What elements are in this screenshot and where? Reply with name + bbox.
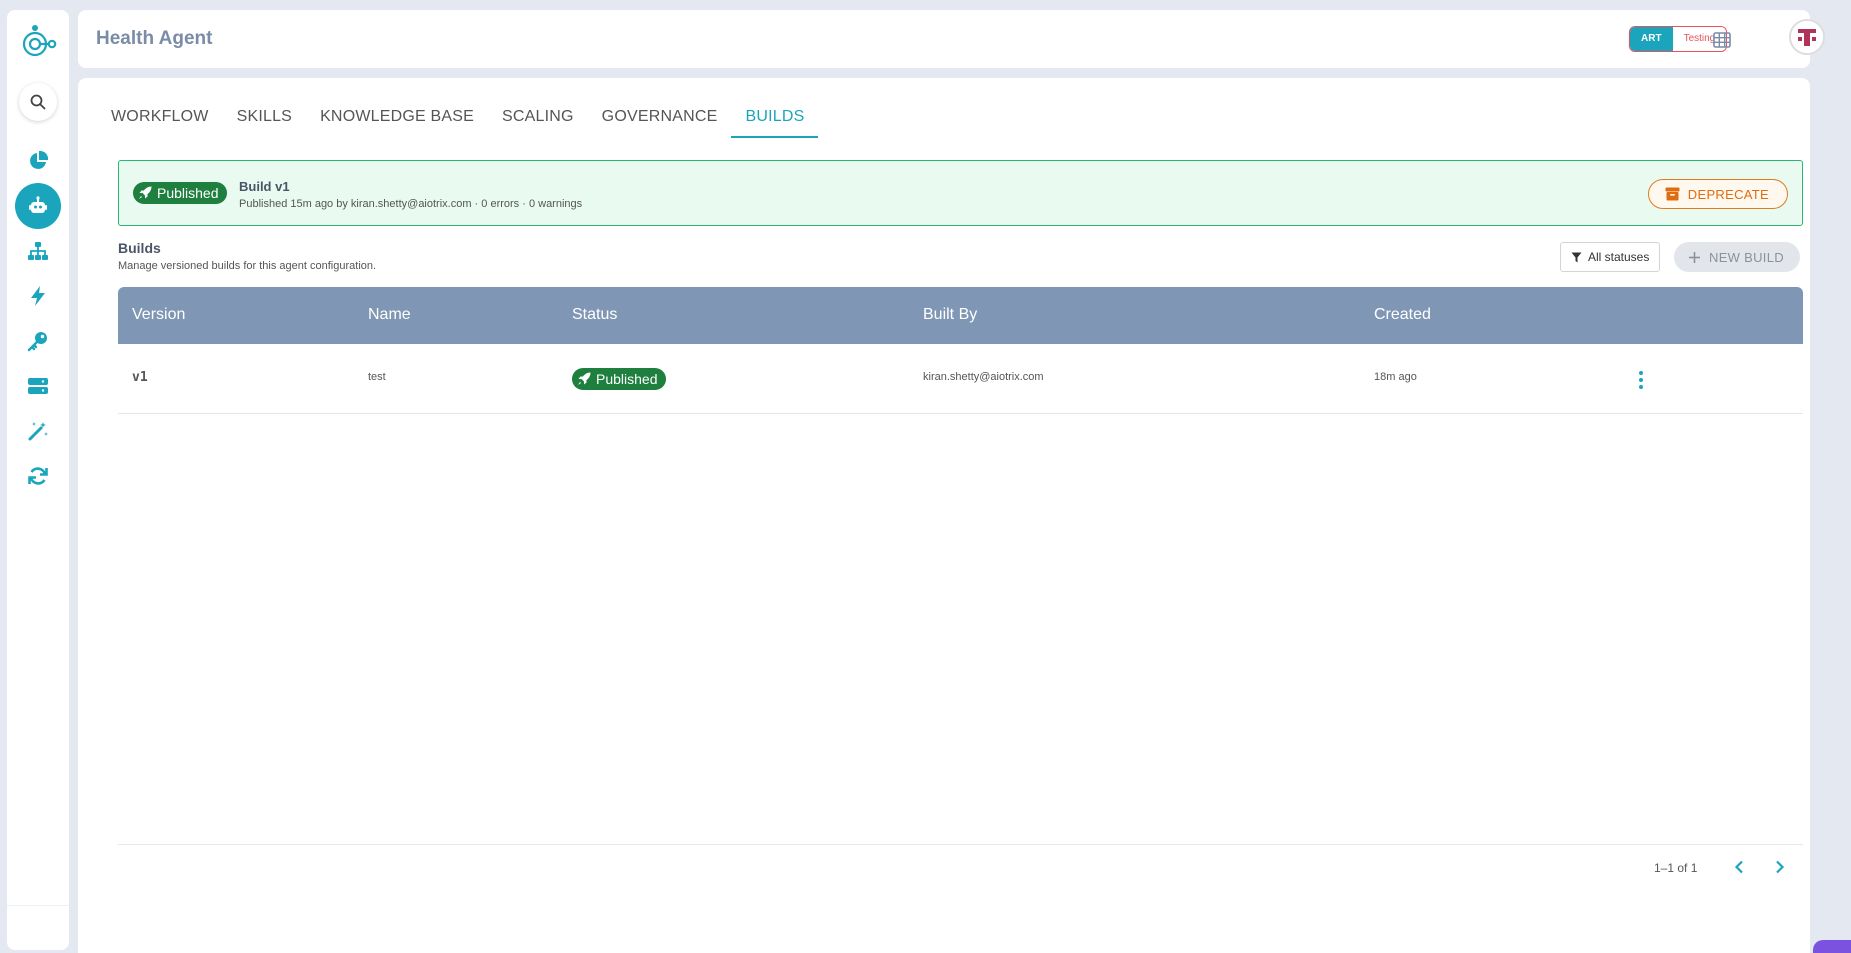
sidebar-item-analytics[interactable] (15, 138, 61, 184)
filter-icon (1571, 252, 1582, 262)
sidebar-item-servers[interactable] (15, 363, 61, 409)
pagination-range: 1–1 of 1 (1654, 861, 1698, 875)
logo-icon (22, 25, 57, 57)
tab-bar: WORKFLOW SKILLS KNOWLEDGE BASE SCALING G… (97, 98, 819, 138)
key-icon (27, 332, 47, 352)
status-filter-label: All statuses (1588, 250, 1650, 264)
new-build-label: NEW BUILD (1709, 249, 1784, 265)
banner-build-subtitle: Published 15m ago by kiran.shetty@aiotri… (239, 198, 583, 210)
status-filter-button[interactable]: All statuses (1560, 242, 1661, 272)
sidebar-item-sync[interactable] (15, 453, 61, 499)
table-grid-icon (1713, 32, 1731, 48)
chevron-right-icon (1776, 860, 1785, 874)
tab-knowledge-base[interactable]: KNOWLEDGE BASE (306, 98, 488, 138)
status-badge-label: Published (596, 371, 658, 387)
plus-icon (1689, 251, 1700, 263)
chevron-left-icon (1734, 860, 1743, 874)
table-footer-divider (118, 844, 1803, 845)
sync-icon (28, 467, 48, 485)
column-header-version[interactable]: Version (132, 306, 185, 324)
banner-build-title: Build v1 (239, 179, 290, 194)
pagination-prev-button[interactable] (1728, 856, 1750, 878)
sidebar-item-keys[interactable] (15, 318, 61, 364)
sidebar-item-hierarchy[interactable] (15, 228, 61, 274)
cell-created: 18m ago (1374, 371, 1417, 383)
builds-section-subtitle: Manage versioned builds for this agent c… (118, 260, 377, 272)
column-header-status[interactable]: Status (572, 306, 617, 324)
sidebar (7, 10, 69, 950)
top-header: Health Agent ART Testing (78, 10, 1825, 68)
column-header-created[interactable]: Created (1374, 306, 1431, 324)
table-view-button[interactable] (1711, 29, 1733, 51)
status-badge: Published (572, 368, 666, 390)
main-panel: WORKFLOW SKILLS KNOWLEDGE BASE SCALING G… (78, 78, 1810, 953)
sidebar-search-button[interactable] (19, 83, 57, 121)
table-row[interactable]: v1 test Published kiran.shetty@aiotrix.c… (118, 344, 1803, 414)
published-badge-label: Published (157, 185, 219, 201)
chat-launcher-button[interactable] (1813, 940, 1851, 953)
cell-name: test (368, 371, 386, 383)
tab-builds[interactable]: BUILDS (731, 98, 819, 138)
hierarchy-icon (28, 242, 48, 260)
server-icon (28, 378, 48, 394)
deprecate-button[interactable]: DEPRECATE (1647, 179, 1788, 209)
rocket-icon (139, 186, 152, 199)
app-logo[interactable] (18, 22, 58, 62)
published-badge: Published (133, 182, 227, 204)
sidebar-divider (7, 905, 69, 906)
column-header-built-by[interactable]: Built By (923, 306, 977, 324)
pagination-next-button[interactable] (1769, 856, 1791, 878)
published-build-banner: Published Build v1 Published 15m ago by … (118, 160, 1803, 226)
tab-scaling[interactable]: SCALING (488, 98, 588, 138)
avatar-pattern-icon (1791, 21, 1823, 53)
tab-skills[interactable]: SKILLS (223, 98, 306, 138)
cell-built-by: kiran.shetty@aiotrix.com (923, 371, 1044, 383)
new-build-button[interactable]: NEW BUILD (1674, 242, 1800, 272)
page-title: Health Agent (96, 28, 213, 49)
builds-table-header: Version Name Status Built By Created (118, 287, 1803, 344)
deprecate-button-label: DEPRECATE (1687, 186, 1769, 202)
builds-section-title: Builds (118, 240, 161, 256)
env-option-art[interactable]: ART (1630, 27, 1673, 51)
search-icon (30, 94, 46, 110)
builds-table: Version Name Status Built By Created v1 … (118, 287, 1803, 414)
rocket-icon (578, 372, 591, 385)
user-avatar[interactable] (1789, 19, 1825, 55)
pie-chart-icon (30, 150, 49, 169)
archive-icon (1665, 187, 1680, 201)
tab-workflow[interactable]: WORKFLOW (97, 98, 223, 138)
sidebar-item-agents[interactable] (15, 183, 61, 229)
tab-governance[interactable]: GOVERNANCE (588, 98, 732, 138)
cell-version: v1 (132, 370, 148, 385)
robot-icon (29, 196, 47, 213)
column-header-name[interactable]: Name (368, 306, 411, 324)
bolt-icon (31, 286, 45, 306)
sidebar-item-magic[interactable] (15, 408, 61, 454)
row-actions-menu-icon[interactable] (1633, 369, 1649, 391)
sidebar-item-triggers[interactable] (15, 273, 61, 319)
magic-wand-icon (28, 422, 48, 441)
